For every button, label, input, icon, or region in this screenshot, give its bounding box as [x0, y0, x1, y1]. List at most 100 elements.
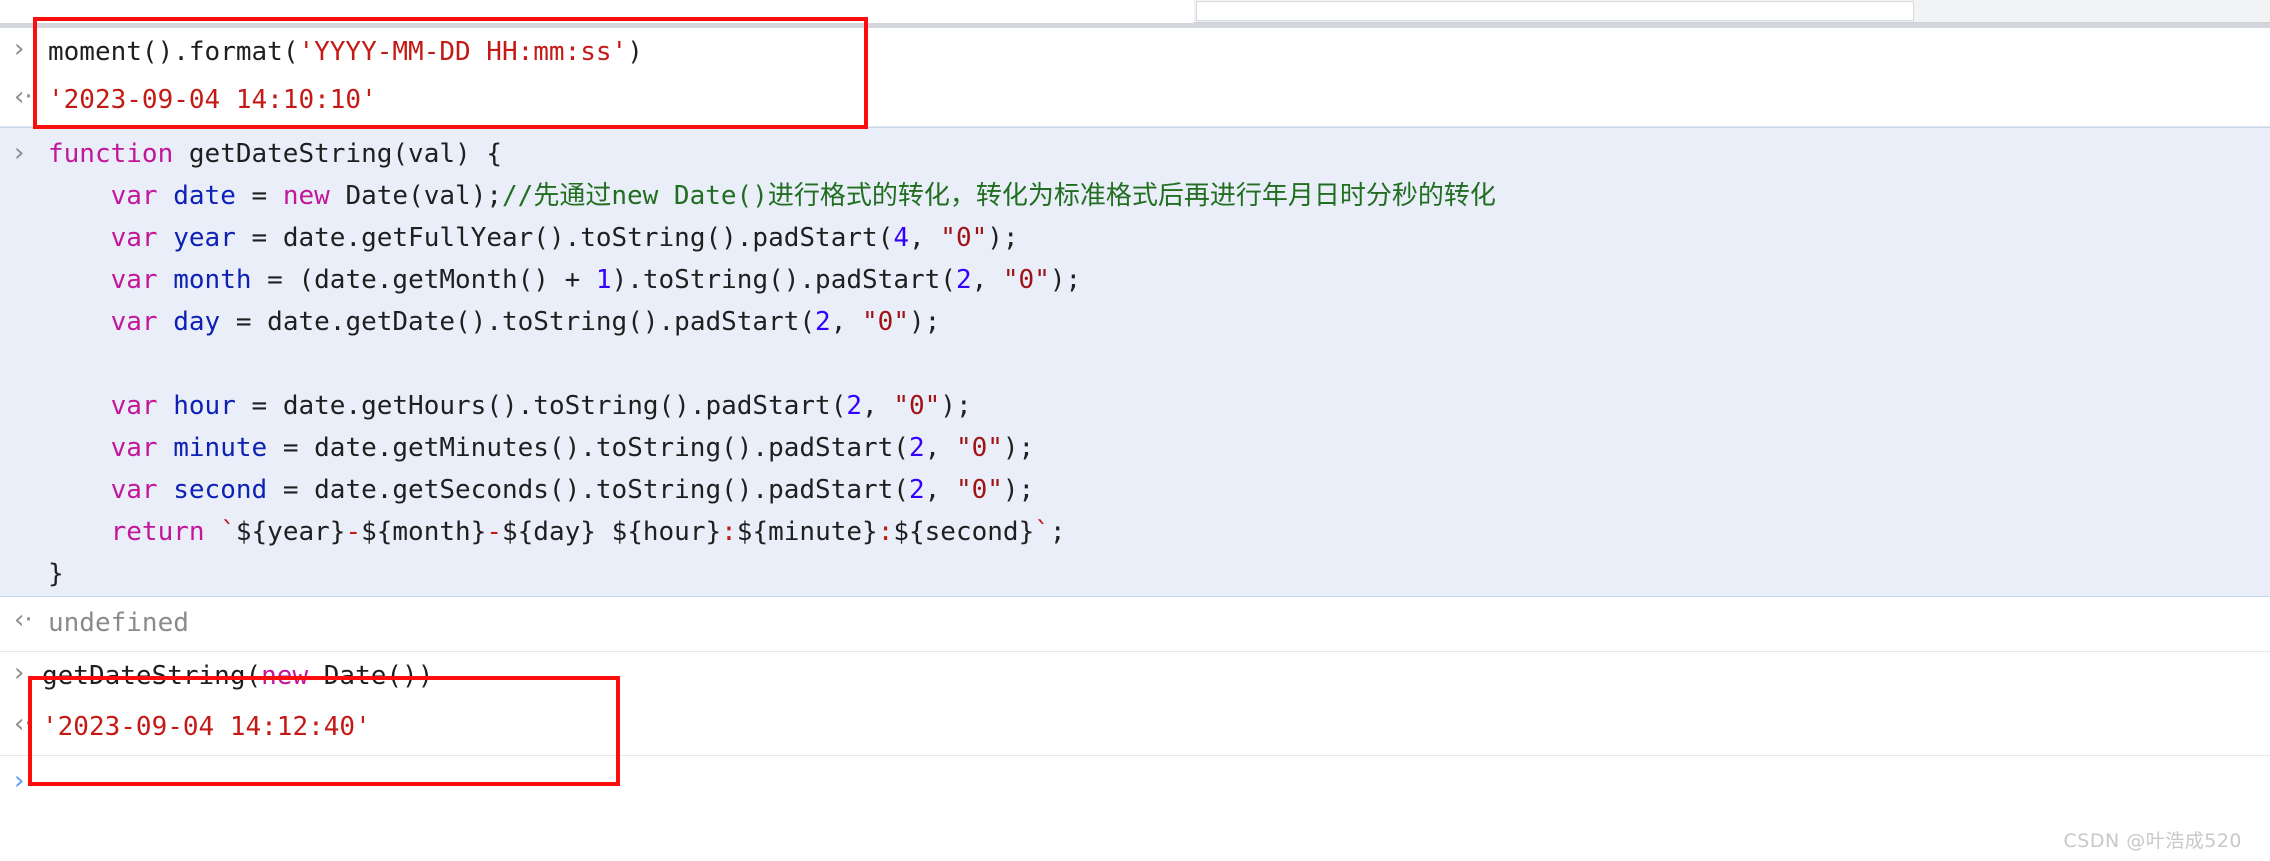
code-token: var [110, 265, 174, 295]
code-token: "0" [893, 391, 941, 421]
code-token: ); [1002, 433, 1035, 463]
code-line: function getDateString(val) { [48, 133, 1496, 175]
console-output-getdatestring-value: '2023-09-04 14:12:40' [42, 706, 371, 748]
code-token: undefined [48, 608, 189, 638]
code-token: ); [1002, 475, 1035, 505]
code-token: - [486, 517, 502, 547]
code-token: = date.getFullYear().toString().padStart… [235, 223, 894, 253]
code-token: : [877, 517, 894, 547]
console-output-row-undefined: ‹· undefined [0, 597, 2270, 652]
console-output-undefined-value: undefined [48, 602, 189, 644]
code-line: var minute = date.getMinutes().toString(… [48, 427, 1496, 469]
code-token: = date.getHours().toString().padStart( [235, 391, 847, 421]
code-token: } [48, 559, 64, 589]
code-token: ); [908, 307, 941, 337]
code-token: ${day} [501, 517, 596, 547]
code-line: var hour = date.getHours().toString().pa… [48, 385, 1496, 427]
code-token: minute [173, 433, 268, 463]
code-token: year [173, 223, 236, 253]
code-token: ); [987, 223, 1019, 253]
code-token: var [110, 433, 174, 463]
code-token: , [908, 223, 941, 253]
code-line: var year = date.getFullYear().toString()… [48, 217, 1496, 259]
console-input-function-code: function getDateString(val) { var date =… [48, 133, 1496, 595]
code-token: ( [282, 37, 299, 67]
code-token: '2023-09-04 14:10:10' [48, 85, 377, 115]
code-token: val [408, 139, 456, 169]
code-token: day [173, 307, 221, 337]
code-token: ${month} [361, 517, 487, 547]
code-token: , [862, 391, 894, 421]
code-token: "0" [862, 307, 909, 337]
code-token: 2 [955, 265, 972, 295]
code-token: month [173, 265, 252, 295]
code-token: , [971, 265, 1003, 295]
code-token: ${second} [893, 517, 1035, 547]
console-output-row-getdatestring: ‹· '2023-09-04 14:12:40' [0, 704, 2270, 756]
code-token: ${minute} [736, 517, 878, 547]
code-token: ${hour} [611, 517, 722, 547]
code-token: = (date.getMonth() + [251, 265, 596, 295]
code-token: var [110, 223, 174, 253]
code-token: "0" [955, 475, 1003, 505]
code-token: new [282, 181, 346, 211]
console-output-row-moment: ‹· '2023-09-04 14:10:10' [0, 77, 2270, 127]
code-token: Date()) [323, 661, 434, 691]
code-token: "0" [1002, 265, 1050, 295]
console-output-area[interactable]: › moment().format('YYYY-MM-DD HH:mm:ss')… [0, 28, 2270, 861]
csdn-watermark: CSDN @叶浩成520 [2063, 830, 2242, 852]
console-input-getdatestring-code: getDateString(new Date()) [42, 655, 433, 697]
console-input-row-getdatestring[interactable]: › getDateString(new Date()) [0, 652, 2270, 704]
output-chevron-icon: ‹· [14, 605, 33, 635]
code-token: format [188, 37, 283, 67]
active-prompt-chevron-icon: › [14, 766, 25, 796]
code-token: "0" [940, 223, 988, 253]
console-output-moment-value: '2023-09-04 14:10:10' [48, 79, 377, 121]
code-token: ) { [455, 139, 502, 169]
code-token: ); [940, 391, 972, 421]
code-line: var date = new Date(val);//先通过new Date()… [48, 175, 1496, 217]
code-token: date [173, 181, 236, 211]
console-input-moment-code: moment().format('YYYY-MM-DD HH:mm:ss') [48, 31, 643, 73]
console-input-row-function-definition[interactable]: › function getDateString(val) { var date… [0, 127, 2270, 597]
code-token: ) [627, 37, 643, 67]
console-input-row-moment[interactable]: › moment().format('YYYY-MM-DD HH:mm:ss') [0, 28, 2270, 77]
code-token: //先通过new Date()进行格式的转化，转化为标准格式后再进行年月日时分秒… [502, 181, 1496, 211]
code-token: 'YYYY-MM-DD HH:mm:ss' [298, 37, 628, 67]
code-token: = date.getSeconds().toString().padStart( [267, 475, 909, 505]
code-token: getDateString [188, 139, 393, 169]
code-token: , [924, 475, 956, 505]
code-token: return [110, 517, 221, 547]
code-token: - [345, 517, 362, 547]
input-chevron-icon: › [14, 658, 25, 688]
code-token: , [830, 307, 863, 337]
code-token: , [924, 433, 956, 463]
code-line: var day = date.getDate().toString().padS… [48, 301, 1496, 343]
code-token: . [173, 37, 189, 67]
code-token: ( [245, 661, 262, 691]
input-chevron-icon: › [14, 138, 25, 168]
code-line: var second = date.getSeconds().toString(… [48, 469, 1496, 511]
code-token: 1 [595, 265, 612, 295]
code-token: '2023-09-04 14:12:40' [42, 712, 371, 742]
code-token: ); [1049, 265, 1082, 295]
code-token: second [173, 475, 268, 505]
code-token: ; [1049, 517, 1066, 547]
output-chevron-icon: ‹· [14, 82, 33, 112]
output-chevron-icon: ‹· [14, 709, 33, 739]
code-token: hour [173, 391, 236, 421]
code-token: var [110, 391, 174, 421]
console-active-prompt-row[interactable]: › [0, 756, 2270, 816]
code-token: = date.getMinutes().toString().padStart( [267, 433, 909, 463]
code-token: getDateString [42, 661, 246, 691]
code-token: ).toString().padStart( [611, 265, 956, 295]
toolbar-filter-input[interactable] [1196, 1, 1914, 21]
code-token: function [48, 139, 189, 169]
